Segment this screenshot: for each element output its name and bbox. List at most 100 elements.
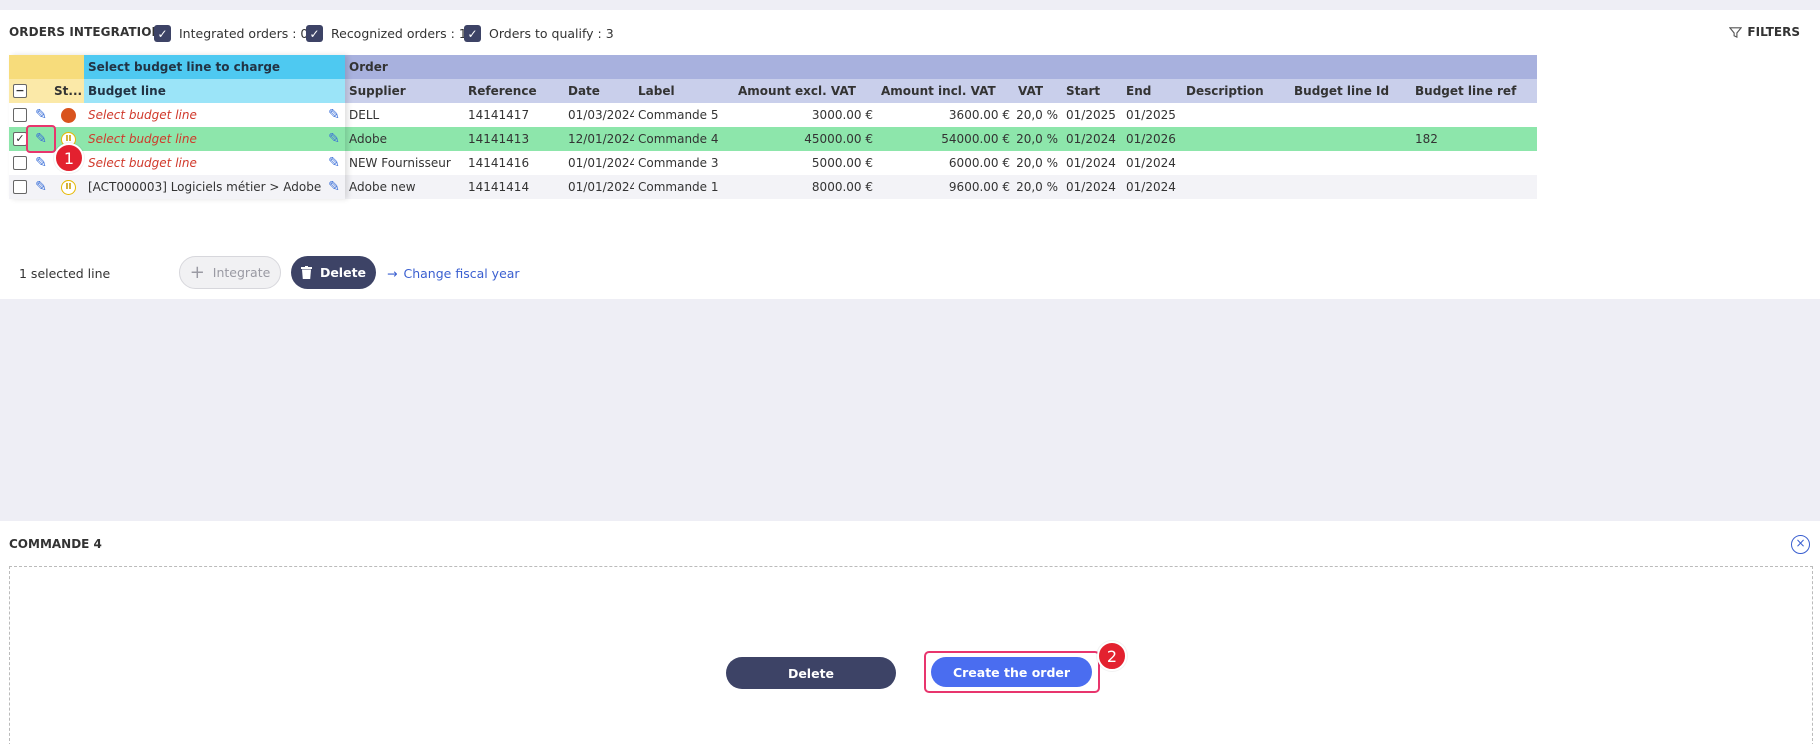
edit-budget-pencil-icon[interactable]: ✎ xyxy=(325,153,343,173)
table-row-selected[interactable]: ✓ ✎ II Select budget line ✎ Adobe 141414… xyxy=(9,127,1537,151)
col-header-reference[interactable]: Reference xyxy=(464,79,564,103)
table-row[interactable]: ✎ II [ACT000003] Logiciels métier > Adob… xyxy=(9,175,1537,199)
col-header-vat[interactable]: VAT xyxy=(1014,79,1062,103)
col-header-end[interactable]: End xyxy=(1122,79,1182,103)
budget-line-id-cell xyxy=(1290,175,1411,199)
trash-icon xyxy=(300,266,312,279)
integrate-button[interactable]: + Integrate xyxy=(179,256,281,289)
orders-integration-panel: ORDERS INTEGRATION ✓ Integrated orders :… xyxy=(0,10,1820,299)
table-row[interactable]: ✎ Select budget line ✎ DELL 14141417 01/… xyxy=(9,103,1537,127)
budget-line-cell[interactable]: Select budget line xyxy=(84,103,314,127)
delete-button[interactable]: Delete xyxy=(291,256,376,289)
annotation-highlight-edit xyxy=(26,125,56,153)
label-cell: Commande 4 xyxy=(638,132,719,146)
detail-title: COMMANDE 4 xyxy=(9,537,102,551)
row-checkbox[interactable] xyxy=(13,108,27,122)
filter-integrated-orders[interactable]: ✓ Integrated orders : 0 xyxy=(154,25,308,42)
reference-cell: 14141417 xyxy=(468,108,530,122)
amount-excl-cell: 8000.00 € xyxy=(811,180,873,194)
start-cell: 01/2025 xyxy=(1066,108,1116,122)
edit-budget-pencil-icon[interactable]: ✎ xyxy=(325,177,343,197)
budget-line-id-cell xyxy=(1290,127,1411,151)
edit-pencil-icon[interactable]: ✎ xyxy=(32,153,50,173)
change-fiscal-label: Change fiscal year xyxy=(403,266,520,281)
panel-title: ORDERS INTEGRATION xyxy=(9,25,162,39)
budget-line-cell[interactable]: Select budget line xyxy=(84,151,314,175)
budget-line-ref-cell: 182 xyxy=(1415,132,1438,146)
budget-line-cell[interactable]: [ACT000003] Logiciels métier > Adobe CC xyxy=(84,175,325,199)
edit-pencil-icon[interactable]: ✎ xyxy=(32,105,50,125)
select-all-checkbox[interactable]: − xyxy=(13,84,27,98)
filter-recognized-orders[interactable]: ✓ Recognized orders : 1 xyxy=(306,25,467,42)
edit-budget-pencil-icon[interactable]: ✎ xyxy=(325,105,343,125)
filters-label: FILTERS xyxy=(1747,25,1800,39)
reference-cell: 14141413 xyxy=(468,132,530,146)
date-cell: 12/01/2024 xyxy=(568,132,634,146)
col-header-start[interactable]: Start xyxy=(1062,79,1122,103)
col-header-description[interactable]: Description xyxy=(1182,79,1290,103)
amount-incl-cell: 54000.00 € xyxy=(941,132,1010,146)
label-cell: Commande 1 xyxy=(638,180,719,194)
edit-pencil-icon[interactable]: ✎ xyxy=(32,177,50,197)
supplier-cell: Adobe xyxy=(349,132,387,146)
panel-header: ORDERS INTEGRATION ✓ Integrated orders :… xyxy=(0,10,1820,58)
col-header-supplier[interactable]: Supplier xyxy=(345,79,464,103)
selection-footer: 1 selected line + Integrate Delete → Cha… xyxy=(0,256,800,290)
col-header-budget-line[interactable]: Budget line xyxy=(84,79,345,103)
detail-drop-area xyxy=(9,566,1813,744)
table-row[interactable]: ✎ Select budget line ✎ NEW Fournisseur 1… xyxy=(9,151,1537,175)
budget-line-id-cell xyxy=(1290,151,1411,175)
row-checkbox[interactable] xyxy=(13,180,27,194)
budget-line-cell[interactable]: Select budget line xyxy=(84,127,314,151)
arrow-right-icon: → xyxy=(387,266,398,281)
edit-budget-pencil-icon[interactable]: ✎ xyxy=(325,129,343,149)
supplier-cell: NEW Fournisseur xyxy=(349,156,451,170)
filter-orders-to-qualify[interactable]: ✓ Orders to qualify : 3 xyxy=(464,25,614,42)
delete-label: Delete xyxy=(319,265,367,280)
budget-line-ref-cell xyxy=(1411,151,1537,175)
amount-excl-cell: 3000.00 € xyxy=(811,108,873,122)
annotation-marker-2: 2 xyxy=(1097,641,1127,671)
amount-incl-cell: 9600.00 € xyxy=(948,180,1010,194)
col-header-budget-line-ref[interactable]: Budget line ref xyxy=(1411,79,1537,103)
date-cell: 01/01/2024 xyxy=(568,156,634,170)
col-header-label[interactable]: Label xyxy=(634,79,734,103)
detail-delete-button[interactable]: Delete xyxy=(726,657,896,689)
group-header-select xyxy=(9,55,84,79)
description-cell xyxy=(1182,151,1290,175)
filter-label: Orders to qualify : 3 xyxy=(489,26,614,41)
date-cell: 01/01/2024 xyxy=(568,180,634,194)
change-fiscal-year-link[interactable]: → Change fiscal year xyxy=(387,266,520,281)
end-cell: 01/2024 xyxy=(1126,156,1176,170)
end-cell: 01/2025 xyxy=(1126,108,1176,122)
col-header-amount-excl[interactable]: Amount excl. VAT xyxy=(734,79,877,103)
vat-cell: 20,0 % xyxy=(1016,156,1058,170)
col-header-amount-incl[interactable]: Amount incl. VAT xyxy=(877,79,1014,103)
filters-button[interactable]: FILTERS xyxy=(1729,25,1800,39)
start-cell: 01/2024 xyxy=(1066,180,1116,194)
amount-incl-cell: 6000.00 € xyxy=(948,156,1010,170)
supplier-cell: Adobe new xyxy=(349,180,416,194)
check-icon[interactable]: ✓ xyxy=(306,25,323,42)
start-cell: 01/2024 xyxy=(1066,156,1116,170)
col-header-date[interactable]: Date xyxy=(564,79,634,103)
close-icon[interactable]: × xyxy=(1791,535,1810,554)
description-cell xyxy=(1182,103,1290,127)
col-header-select: − xyxy=(9,79,50,103)
check-icon[interactable]: ✓ xyxy=(464,25,481,42)
filter-label: Integrated orders : 0 xyxy=(179,26,309,41)
amount-incl-cell: 3600.00 € xyxy=(948,108,1010,122)
check-icon[interactable]: ✓ xyxy=(154,25,171,42)
end-cell: 01/2026 xyxy=(1126,132,1176,146)
row-checkbox-checked[interactable]: ✓ xyxy=(13,132,27,146)
col-header-status[interactable]: St... xyxy=(50,79,84,103)
budget-line-id-cell xyxy=(1290,103,1411,127)
vat-cell: 20,0 % xyxy=(1016,180,1058,194)
row-checkbox[interactable] xyxy=(13,156,27,170)
col-header-budget-line-id[interactable]: Budget line Id xyxy=(1290,79,1411,103)
create-order-button[interactable]: Create the order xyxy=(931,657,1092,687)
order-detail-panel: COMMANDE 4 × Delete Create the order 2 xyxy=(0,521,1820,744)
integrate-label: Integrate xyxy=(212,265,271,280)
annotation-marker-1: 1 xyxy=(54,143,84,173)
label-cell: Commande 3 xyxy=(638,156,719,170)
